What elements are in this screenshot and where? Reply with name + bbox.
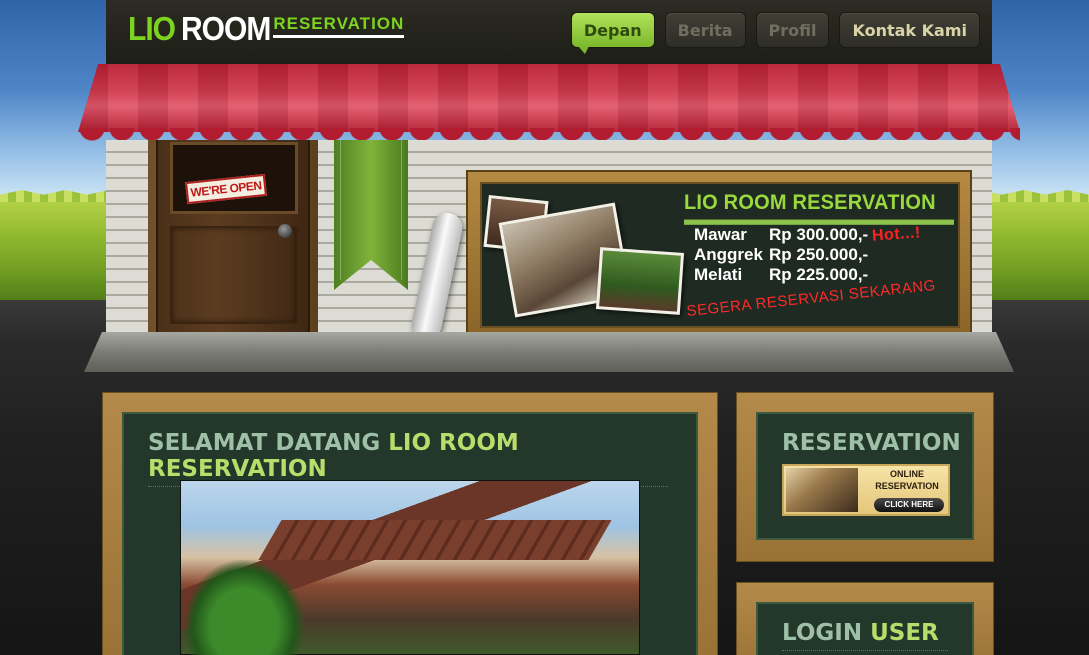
site-logo[interactable]: LIO ROOM RESERVATION <box>128 11 405 48</box>
welcome-title: SELAMAT DATANG LIO ROOM RESERVATION <box>148 430 668 487</box>
login-title: LOGIN USER <box>782 620 948 651</box>
nav-tab-depan[interactable]: Depan <box>570 12 655 54</box>
online-text-line2: RESERVATION <box>875 481 939 491</box>
price-row: Anggrek Rp 250.000,- <box>694 245 921 265</box>
nav-tab-kontak-kami[interactable]: Kontak Kami <box>839 12 980 48</box>
room-price: Rp 300.000,- <box>769 225 869 244</box>
reservation-title: RESERVATION <box>782 430 961 456</box>
hotel-photo-tree <box>184 560 304 655</box>
main-nav: Depan Berita Profil Kontak Kami <box>570 12 980 54</box>
hotel-room-thumbnail <box>786 468 858 512</box>
logo-part-reservation: RESERVATION <box>273 15 405 38</box>
room-name: Mawar <box>694 225 747 244</box>
door-knob-icon <box>278 224 292 238</box>
hotel-photo-roof <box>258 520 612 560</box>
room-photo-3 <box>595 247 685 315</box>
door-panel <box>170 226 298 324</box>
room-name: Anggrek <box>694 245 763 264</box>
header-bar: LIO ROOM RESERVATION Depan Berita Profil… <box>106 0 992 66</box>
logo-part-lio: LIO <box>128 11 176 48</box>
welcome-title-part1: SELAMAT DATANG <box>148 430 381 456</box>
shopfront: LIO ROOM RESERVATION Depan Berita Profil… <box>78 0 1020 350</box>
awning <box>78 64 1020 146</box>
hot-badge: Hot...! <box>871 224 922 245</box>
awning-stripes <box>78 64 1020 132</box>
shop-floor <box>84 332 1014 372</box>
online-reservation-text: ONLINE RESERVATION <box>864 468 950 492</box>
price-board-title: LIO ROOM RESERVATION <box>684 191 954 225</box>
room-name: Melati <box>694 265 743 284</box>
login-title-part2: USER <box>870 620 939 646</box>
nav-tab-profil[interactable]: Profil <box>755 12 830 48</box>
online-reservation-banner[interactable]: ONLINE RESERVATION CLICK HERE <box>782 464 950 516</box>
login-title-part1: LOGIN <box>782 620 863 646</box>
logo-part-room: ROOM <box>181 11 271 48</box>
room-price: Rp 225.000,- <box>769 265 869 284</box>
online-text-line1: ONLINE <box>889 469 924 479</box>
room-price: Rp 250.000,- <box>769 245 869 264</box>
click-here-button[interactable]: CLICK HERE <box>874 498 944 512</box>
nav-tab-berita[interactable]: Berita <box>664 12 746 48</box>
price-row: Mawar Rp 300.000,- Hot...! <box>694 224 922 245</box>
price-list: Mawar Rp 300.000,- Hot...! Anggrek Rp 25… <box>694 224 922 285</box>
